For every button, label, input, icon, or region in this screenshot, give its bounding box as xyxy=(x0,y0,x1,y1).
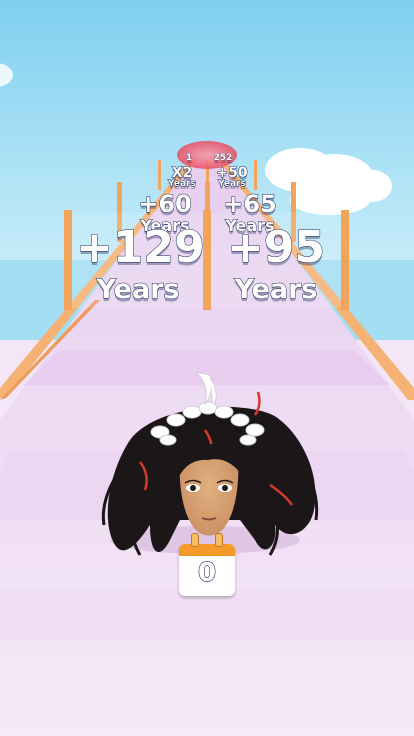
calendar-ring-icon xyxy=(215,533,223,547)
gate-value: X2 xyxy=(171,165,193,181)
age-counter-value: 0 xyxy=(197,558,217,588)
gate-value: +129 xyxy=(76,222,206,273)
gate-label-far-right: +50 Years xyxy=(212,165,252,190)
gate-value: +50 xyxy=(216,165,248,181)
gate-years-label: Years xyxy=(218,179,247,189)
calendar-ring-icon xyxy=(191,533,199,547)
gate-years-label: Years xyxy=(168,179,197,189)
gate-label-farthest-right: 252 xyxy=(208,153,238,163)
gate-value: 252 xyxy=(213,153,233,163)
gate-label-near-left: +129 Years xyxy=(76,222,206,305)
game-scene xyxy=(0,0,414,736)
gate-label-far-left: X2 Years xyxy=(162,165,202,190)
gate-value: +95 xyxy=(226,222,326,273)
gate-years-label: Years xyxy=(96,274,180,305)
gate-value: +60 xyxy=(138,190,193,218)
gate-label-farthest-left: 1 xyxy=(178,153,200,163)
gate-value: +65 xyxy=(223,190,278,218)
gate-value: 1 xyxy=(185,153,193,163)
calendar-header xyxy=(179,544,235,556)
gate-label-near-right: +95 Years xyxy=(214,222,338,305)
gate-years-label: Years xyxy=(234,274,318,305)
age-counter-calendar: 0 xyxy=(179,533,235,598)
